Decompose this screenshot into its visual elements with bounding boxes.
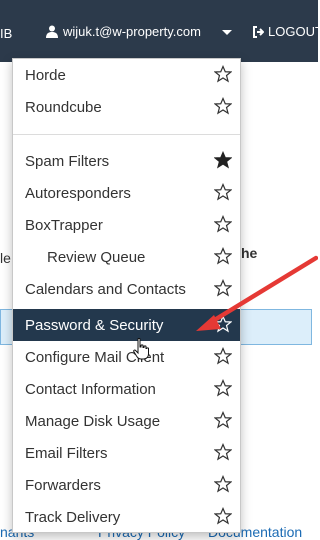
annotation-arrow: [196, 255, 318, 331]
